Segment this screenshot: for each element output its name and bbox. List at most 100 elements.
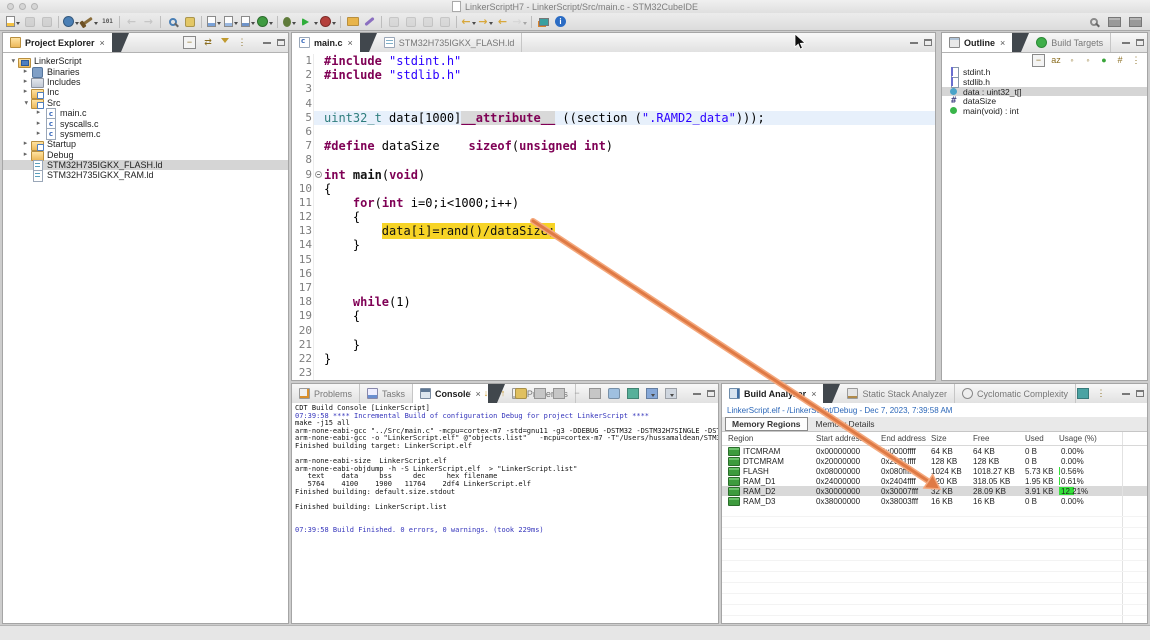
outline-item-stdlib-h[interactable]: stdlib.h [942, 77, 1147, 87]
view-menu-icon[interactable]: ⋮ [1096, 388, 1106, 399]
sort-icon[interactable]: az [1051, 55, 1061, 66]
code-line-6[interactable]: 6 [292, 125, 935, 139]
code-line-10[interactable]: 10{ [292, 182, 935, 196]
code-line-3[interactable]: 3 [292, 82, 935, 96]
search-icon[interactable] [164, 14, 181, 29]
pin-editor-icon[interactable] [535, 14, 552, 29]
code-line-18[interactable]: 18 while(1) [292, 295, 935, 309]
expand-arrow-icon[interactable]: ▸ [20, 77, 31, 87]
tab-cyclomatic-complexity[interactable]: Cyclomatic Complexity [955, 384, 1076, 403]
format-wand-icon[interactable] [361, 14, 378, 29]
outline-item-stdint-h[interactable]: stdint.h [942, 67, 1147, 77]
profile-icon[interactable] [319, 14, 337, 29]
expand-arrow-icon[interactable]: ▸ [20, 87, 31, 97]
maximize-panel-icon[interactable] [1136, 39, 1144, 46]
external-tools-icon[interactable] [256, 14, 274, 29]
new-wizard-icon[interactable] [4, 14, 21, 29]
code-line-23[interactable]: 23 [292, 366, 935, 380]
launch-mode-icon[interactable] [62, 14, 80, 29]
minimize-panel-icon[interactable] [1122, 393, 1130, 395]
table-row-flash[interactable]: FLASH0x080000000x080fffff1024 KB1018.27 … [722, 466, 1147, 476]
minimize-panel-icon[interactable] [263, 42, 271, 44]
tree-item-startup[interactable]: ▸Startup [3, 139, 288, 149]
link-with-editor-icon[interactable]: ⇄ [203, 37, 213, 48]
tree-item-inc[interactable]: ▸Inc [3, 87, 288, 97]
table-row-ram-d2[interactable]: RAM_D20x300000000x30007fff32 KB28.09 KB3… [722, 486, 1147, 496]
tab-project-explorer[interactable]: Project Explorer× [3, 33, 112, 52]
remove-launch-icon[interactable] [589, 388, 601, 399]
build-all-icon[interactable]: 101 [99, 14, 116, 29]
fold-marker-icon[interactable] [313, 168, 324, 182]
tree-item-binaries[interactable]: ▸Binaries [3, 66, 288, 76]
tree-item-linkerscript[interactable]: ▸LinkerScript [3, 56, 288, 66]
subtab-memory-details[interactable]: Memory Details [810, 418, 881, 430]
table-row-ram-d1[interactable]: RAM_D10x240000000x2404ffff320 KB318.05 K… [722, 476, 1147, 486]
tree-item-stm32h735igkx-flash-ld[interactable]: STM32H735IGKX_FLASH.ld [3, 160, 288, 170]
clear-console-icon[interactable]: − [572, 388, 582, 399]
perspective-open-icon[interactable] [1106, 14, 1123, 29]
code-line-16[interactable]: 16 [292, 267, 935, 281]
back-icon[interactable]: ← [460, 14, 477, 29]
display-selected-console-icon[interactable] [627, 388, 639, 399]
code-line-1[interactable]: 1#include "stdint.h" [292, 54, 935, 68]
expand-arrow-icon[interactable]: ▸ [20, 139, 31, 149]
quick-access-search-icon[interactable] [1085, 14, 1102, 29]
maximize-panel-icon[interactable] [924, 39, 932, 46]
filter-icon[interactable] [220, 37, 230, 48]
hide-fields-icon[interactable]: ◦ [1067, 55, 1077, 66]
code-editor[interactable]: 1#include "stdint.h"2#include "stdlib.h"… [292, 52, 935, 380]
collapse-all-icon[interactable]: − [183, 36, 196, 49]
new-c-file-icon[interactable] [205, 14, 222, 29]
tree-item-syscalls-c[interactable]: ▸syscalls.c [3, 118, 288, 128]
debug-icon[interactable] [281, 14, 298, 29]
collapse-all-icon[interactable]: − [1032, 54, 1045, 67]
new-console-view-icon[interactable] [665, 388, 677, 399]
tree-item-sysmem-c[interactable]: ▸sysmem.c [3, 129, 288, 139]
mark-occurrences-icon[interactable] [181, 14, 198, 29]
code-line-11[interactable]: 11 for(int i=0;i<1000;i++) [292, 196, 935, 210]
tree-item-debug[interactable]: ▸Debug [3, 150, 288, 160]
table-row-ram-d3[interactable]: RAM_D30x380000000x38003fff16 KB16 KB0 B0… [722, 496, 1147, 506]
maximize-panel-icon[interactable] [277, 39, 285, 46]
code-line-4[interactable]: 4 [292, 97, 935, 111]
maximize-panel-icon[interactable] [707, 390, 715, 397]
link-with-editor-icon[interactable] [1077, 388, 1089, 399]
code-line-22[interactable]: 22} [292, 352, 935, 366]
tree-item-main-c[interactable]: ▸main.c [3, 108, 288, 118]
view-menu-icon[interactable]: ⋮ [237, 37, 247, 48]
tab-stm32h735igkx-flash-ld[interactable]: STM32H735IGKX_FLASH.ld [377, 33, 523, 52]
expand-arrow-icon[interactable]: ▸ [33, 129, 44, 139]
info-icon[interactable]: i [552, 14, 569, 29]
hide-non-public-icon[interactable]: ● [1099, 55, 1109, 66]
outline-item-main-void-int[interactable]: main(void) : int [942, 106, 1147, 116]
perspective-cpp-icon[interactable] [1127, 14, 1144, 29]
code-line-2[interactable]: 2#include "stdlib.h" [292, 68, 935, 82]
expand-arrow-icon[interactable]: ▸ [20, 150, 31, 160]
hide-static-members-icon[interactable]: ◦ [1083, 55, 1093, 66]
open-folder-icon[interactable] [344, 14, 361, 29]
code-line-13[interactable]: 13 data[i]=rand()/dataSize; [292, 224, 935, 238]
tab-tasks[interactable]: Tasks [360, 384, 413, 403]
expand-arrow-icon[interactable]: ▸ [20, 67, 31, 77]
last-edit-location-icon[interactable]: ← [494, 14, 511, 29]
filter-icon[interactable]: # [1115, 55, 1125, 66]
new-c-class-icon[interactable] [239, 14, 256, 29]
code-line-9[interactable]: 9int main(void) [292, 168, 935, 182]
next-annotation-icon[interactable]: ↓ [481, 388, 491, 399]
open-console-icon[interactable] [646, 388, 658, 399]
new-header-file-icon[interactable] [222, 14, 239, 29]
subtab-memory-regions[interactable]: Memory Regions [725, 417, 808, 431]
expand-arrow-icon[interactable]: ▸ [33, 119, 44, 129]
code-line-20[interactable]: 20 [292, 324, 935, 338]
code-line-21[interactable]: 21 } [292, 338, 935, 352]
close-tab-icon[interactable]: × [348, 38, 353, 48]
expand-arrow-icon[interactable]: ▸ [33, 108, 44, 118]
code-line-7[interactable]: 7#define dataSize sizeof(unsigned int) [292, 139, 935, 153]
close-tab-icon[interactable]: × [1000, 38, 1005, 48]
tab-build-analyzer[interactable]: Build Analyzer× [722, 384, 823, 403]
minimize-panel-icon[interactable] [693, 393, 701, 395]
code-line-14[interactable]: 14 } [292, 238, 935, 252]
scroll-lock-icon[interactable] [534, 388, 546, 399]
tab-build-targets[interactable]: Build Targets [1029, 33, 1111, 52]
word-wrap-icon[interactable] [553, 388, 565, 399]
